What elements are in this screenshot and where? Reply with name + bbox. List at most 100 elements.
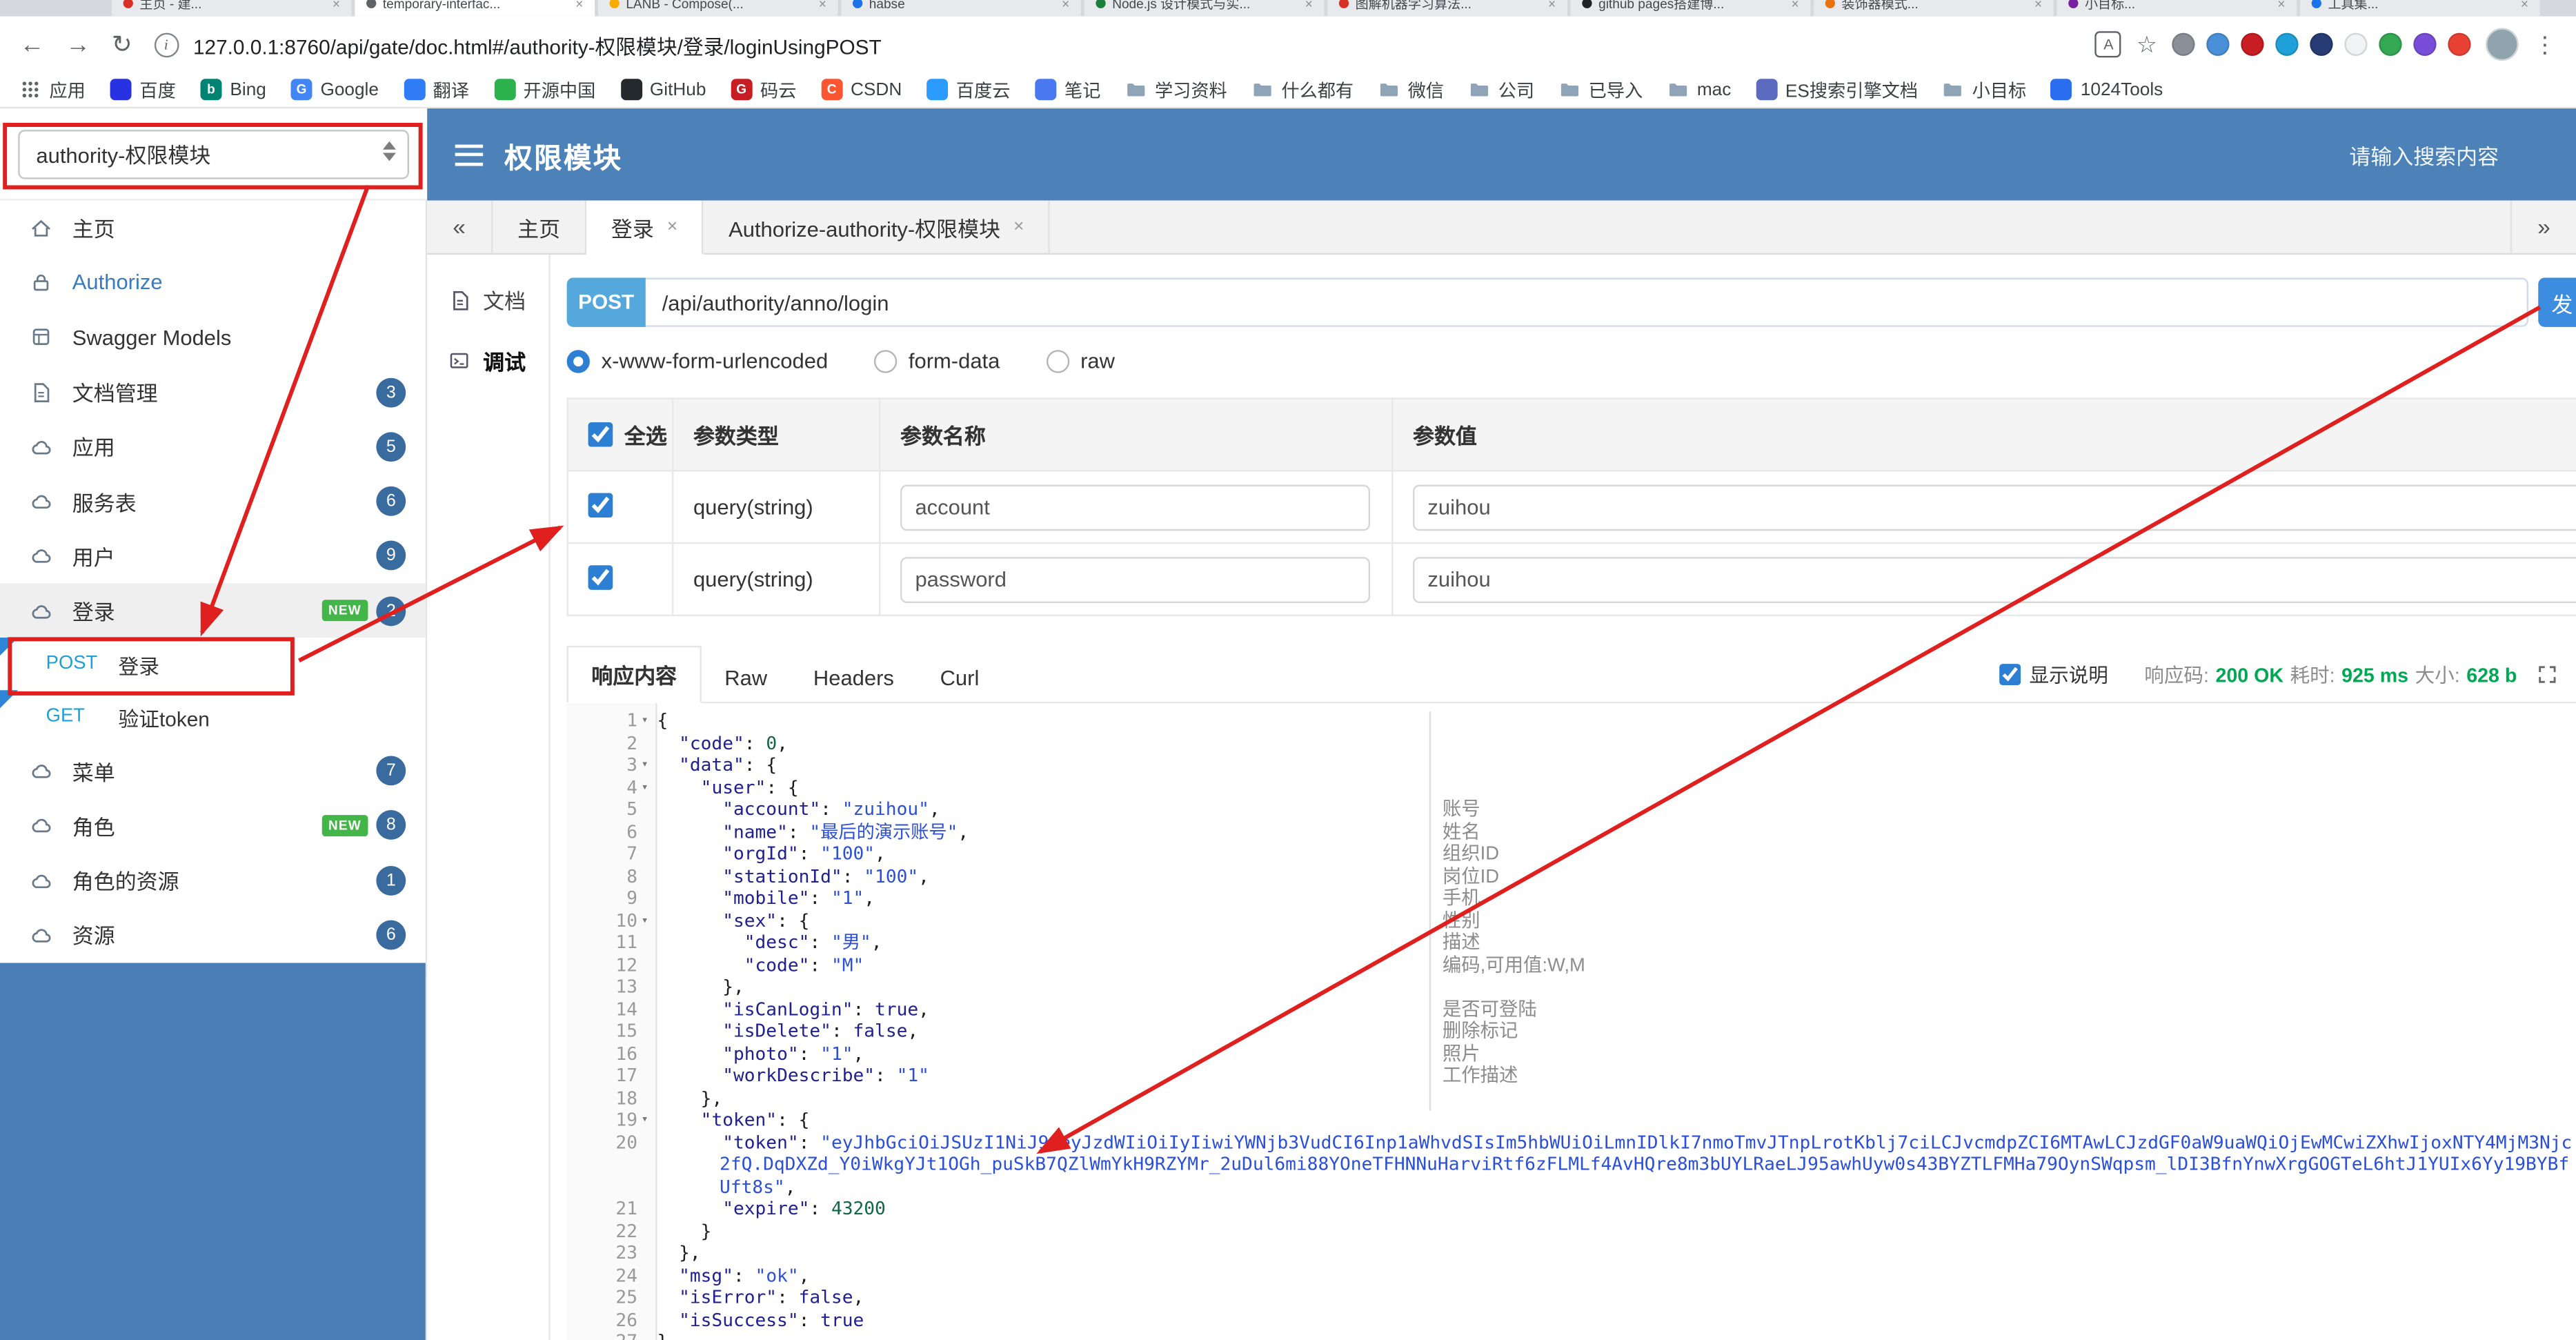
extension-icon-1[interactable] (2172, 32, 2195, 56)
bookmark-item[interactable]: 学习资料 (1125, 77, 1227, 103)
fold-arrow-icon[interactable]: ▾ (637, 909, 652, 932)
sidebar-item-主页[interactable]: 主页 (0, 201, 426, 255)
extension-icon-8[interactable] (2413, 32, 2437, 56)
bookmark-item[interactable]: 1024Tools (2050, 79, 2163, 101)
bookmark-item[interactable]: 什么都有 (1251, 77, 1354, 103)
browser-tab[interactable]: habse × (841, 0, 1081, 17)
tab-close-icon[interactable]: × (1792, 0, 1799, 10)
omnibox[interactable]: i 127.0.0.1:8760/api/gate/doc.html#/auth… (153, 29, 2074, 60)
browser-tab[interactable]: github pages搭建博... × (1570, 0, 1811, 17)
extension-icon-3[interactable] (2241, 32, 2264, 56)
bookmark-item[interactable]: 小目标 (1943, 77, 2026, 103)
page-tab[interactable]: 登录 × (586, 200, 704, 255)
response-tab[interactable]: Headers (791, 654, 918, 702)
bookmark-star-icon[interactable]: ☆ (2137, 30, 2157, 58)
tab-close-icon[interactable]: × (819, 0, 826, 10)
bookmark-item[interactable]: 百度云 (926, 77, 1010, 103)
extension-icon-6[interactable] (2344, 32, 2368, 56)
fold-arrow-icon[interactable]: ▾ (637, 1109, 652, 1131)
param-checkbox[interactable] (588, 564, 613, 589)
bookmark-item[interactable]: 已导入 (1559, 77, 1643, 103)
tab-close-icon[interactable]: × (1548, 0, 1556, 10)
url-text[interactable]: 127.0.0.1:8760/api/gate/doc.html#/author… (193, 29, 882, 60)
menu-toggle-icon[interactable] (455, 144, 484, 166)
tab-close-icon[interactable]: × (2034, 0, 2042, 10)
sidebar-item-菜单[interactable]: 菜单 7 (0, 743, 426, 798)
sidebar-item-角色的资源[interactable]: 角色的资源 1 (0, 853, 426, 907)
forward-icon[interactable]: → (66, 32, 90, 57)
rail-item-doc[interactable]: 文档 (427, 270, 548, 331)
send-button[interactable]: 发 (2538, 277, 2576, 327)
extension-icon-5[interactable] (2310, 32, 2333, 56)
sidebar-item-文档管理[interactable]: 文档管理 3 (0, 364, 426, 419)
extension-icon-9[interactable] (2448, 32, 2471, 56)
param-value-input[interactable] (1413, 484, 2576, 531)
browser-menu-icon[interactable]: ⋮ (2533, 30, 2556, 58)
rail-item-debug[interactable]: 调试 (427, 331, 548, 391)
browser-tab[interactable]: Node.js 设计模式与实... × (1084, 0, 1325, 17)
content-type-option[interactable]: form-data (873, 348, 1000, 373)
browser-tab[interactable]: LANB - Compose(... × (597, 0, 838, 17)
fold-arrow-icon[interactable]: ▾ (637, 754, 652, 776)
tab-scroll-left[interactable]: « (427, 200, 493, 253)
profile-avatar[interactable] (2486, 28, 2519, 61)
tab-close-icon[interactable]: × (1062, 0, 1069, 10)
bookmark-item[interactable]: 公司 (1469, 77, 1534, 103)
bookmark-item[interactable]: G Google (290, 79, 379, 101)
response-tab[interactable]: 响应内容 (566, 645, 702, 704)
sidebar-api-get-item[interactable]: GET 验证token (0, 691, 426, 743)
bookmark-item[interactable]: 应用 (20, 77, 86, 103)
module-select[interactable]: authority-权限模块 (18, 128, 409, 179)
browser-tab[interactable]: temporary-interfac... × (355, 0, 595, 17)
header-search-input[interactable]: 请输入搜索内容 (2349, 139, 2499, 170)
fullscreen-icon[interactable] (2538, 665, 2556, 683)
bookmark-item[interactable]: C CSDN (821, 79, 902, 101)
response-tab[interactable]: Raw (702, 654, 791, 702)
radio-icon[interactable] (873, 349, 898, 373)
bookmark-item[interactable]: ES搜索引擎文档 (1756, 77, 1918, 103)
bookmark-item[interactable]: 笔记 (1035, 77, 1100, 103)
param-name-input[interactable] (900, 484, 1371, 531)
bookmark-item[interactable]: 翻译 (403, 77, 469, 103)
bookmark-item[interactable]: 开源中国 (493, 77, 595, 103)
bookmark-item[interactable]: GitHub (620, 79, 706, 101)
tab-close-icon[interactable]: × (1305, 0, 1313, 10)
page-tab[interactable]: Authorize-authority-权限模块 × (704, 200, 1051, 253)
sidebar-item-swagger-models[interactable]: Swagger Models (0, 310, 426, 364)
bookmark-item[interactable]: mac (1667, 79, 1731, 100)
bookmark-item[interactable]: G 码云 (731, 77, 796, 103)
sidebar-item-登录[interactable]: 登录 NEW 2 (0, 583, 426, 638)
select-all-checkbox[interactable] (588, 422, 613, 447)
page-info-icon[interactable]: i (153, 32, 179, 57)
param-name-input[interactable] (900, 556, 1371, 602)
sidebar-item-资源[interactable]: 资源 6 (0, 907, 426, 962)
bookmark-item[interactable]: 微信 (1378, 77, 1444, 103)
tab-close-icon[interactable]: × (667, 217, 677, 237)
tab-close-icon[interactable]: × (333, 0, 340, 10)
translate-icon[interactable]: A (2095, 31, 2122, 58)
sidebar-item-用户[interactable]: 用户 9 (0, 529, 426, 583)
endpoint-path-input[interactable]: /api/authority/anno/login (645, 277, 2528, 327)
back-icon[interactable]: ← (20, 32, 45, 57)
bookmark-item[interactable]: 百度 (110, 77, 176, 103)
radio-icon[interactable] (566, 349, 590, 373)
browser-tab[interactable]: 小目标... × (2057, 0, 2297, 17)
extension-icon-7[interactable] (2379, 32, 2402, 56)
tab-close-icon[interactable]: × (2277, 0, 2285, 10)
reload-icon[interactable]: ↻ (112, 32, 132, 57)
tab-close-icon[interactable]: × (575, 0, 583, 10)
sidebar-item-应用[interactable]: 应用 5 (0, 420, 426, 474)
browser-tab[interactable]: 图解机器学习算法... × (1327, 0, 1567, 17)
radio-icon[interactable] (1046, 349, 1069, 373)
tab-scroll-right[interactable]: » (2510, 200, 2576, 253)
param-checkbox[interactable] (588, 492, 613, 517)
sidebar-item-authorize[interactable]: Authorize (0, 255, 426, 310)
extension-icon-4[interactable] (2275, 32, 2299, 56)
bookmark-item[interactable]: b Bing (200, 79, 266, 101)
fold-arrow-icon[interactable]: ▾ (637, 710, 652, 732)
browser-tab[interactable]: 主页 - 建... × (111, 0, 352, 17)
fold-arrow-icon[interactable]: ▾ (637, 776, 652, 798)
content-type-option[interactable]: x-www-form-urlencoded (566, 348, 828, 373)
tab-close-icon[interactable]: × (2521, 0, 2528, 10)
param-value-input[interactable] (1413, 556, 2576, 602)
